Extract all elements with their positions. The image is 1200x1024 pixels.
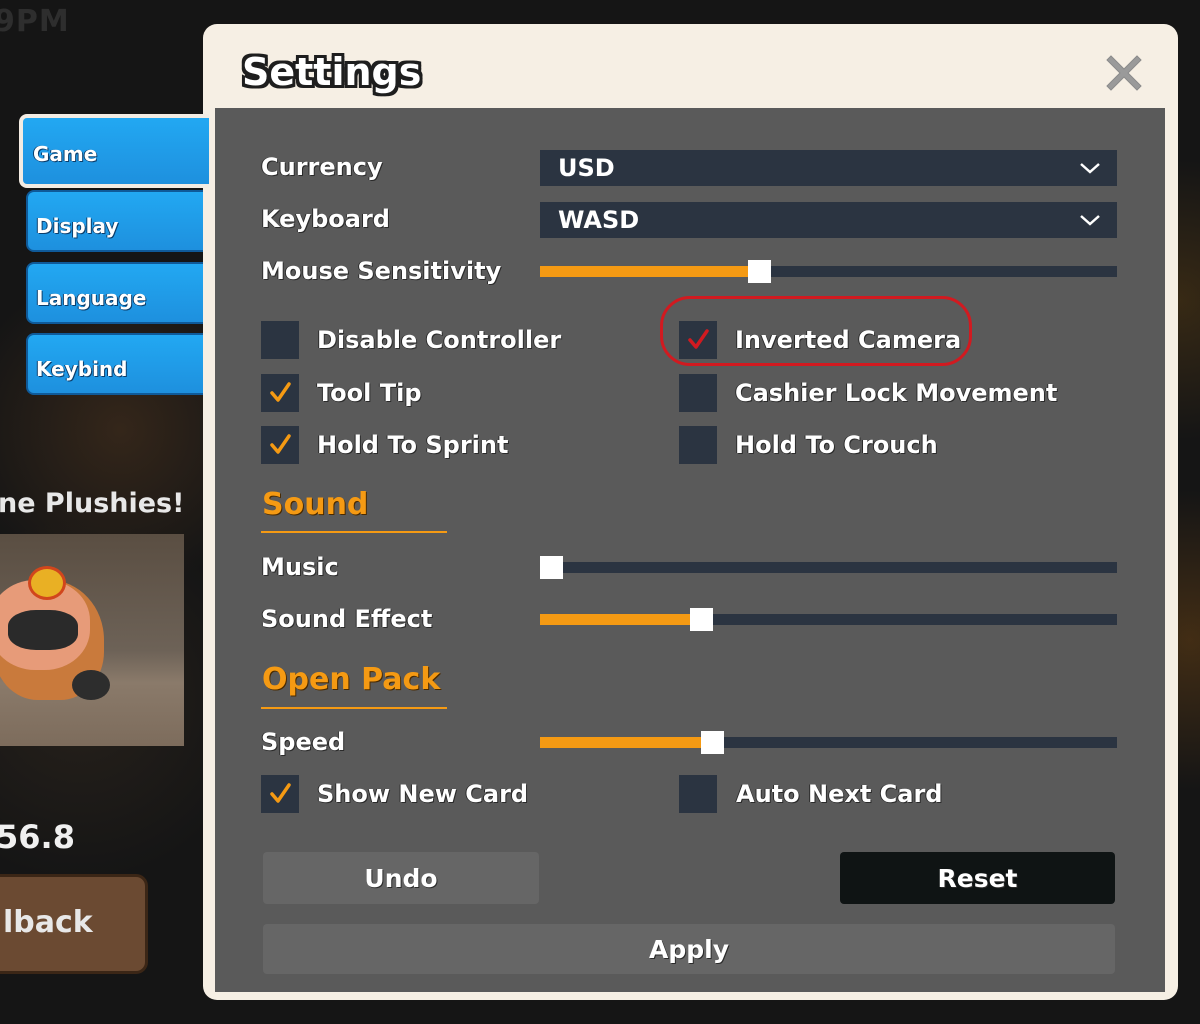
sound-effect-label: Sound Effect bbox=[261, 605, 433, 633]
music-slider[interactable] bbox=[540, 556, 1117, 579]
background-feedback-label: lback bbox=[3, 905, 93, 940]
plush-crest bbox=[28, 566, 66, 600]
open-pack-section-divider bbox=[261, 707, 447, 709]
disable-controller-label: Disable Controller bbox=[317, 326, 562, 354]
tool-tip-checkbox[interactable] bbox=[261, 374, 299, 412]
hold-to-crouch-label: Hold To Crouch bbox=[735, 431, 938, 459]
sound-section-divider bbox=[261, 531, 447, 533]
background-feedback-button: lback bbox=[0, 874, 148, 974]
tab-game[interactable]: Game bbox=[19, 114, 209, 188]
plush-mask bbox=[8, 610, 78, 650]
chevron-down-icon bbox=[1080, 163, 1100, 174]
show-new-card-label: Show New Card bbox=[317, 780, 529, 808]
sound-effect-handle[interactable] bbox=[689, 608, 713, 631]
undo-button[interactable]: Undo bbox=[263, 852, 539, 904]
tab-display-label: Display bbox=[36, 214, 119, 238]
keyboard-dropdown[interactable]: WASD bbox=[540, 202, 1117, 238]
reset-button[interactable]: Reset bbox=[840, 852, 1115, 904]
tab-keybind-label: Keybind bbox=[36, 357, 128, 381]
speed-label: Speed bbox=[261, 728, 346, 756]
chevron-down-icon bbox=[1080, 215, 1100, 226]
keyboard-value: WASD bbox=[558, 206, 640, 234]
plush-foot bbox=[72, 670, 110, 700]
hold-to-crouch-checkbox[interactable] bbox=[679, 426, 717, 464]
cashier-lock-movement-checkbox[interactable] bbox=[679, 374, 717, 412]
tab-keybind[interactable]: Keybind bbox=[26, 333, 216, 395]
currency-value: USD bbox=[558, 154, 615, 182]
tab-display[interactable]: Display bbox=[26, 190, 216, 252]
background-plushies-title: ne Plushies! bbox=[0, 488, 185, 519]
background-amount: 56.8 bbox=[0, 818, 75, 856]
checkmark-icon bbox=[270, 434, 291, 454]
speed-slider[interactable] bbox=[540, 731, 1117, 754]
currency-dropdown[interactable]: USD bbox=[540, 150, 1117, 186]
speed-handle[interactable] bbox=[700, 731, 724, 754]
tool-tip-label: Tool Tip bbox=[317, 379, 422, 407]
auto-next-card-label: Auto Next Card bbox=[736, 780, 943, 808]
cashier-lock-movement-label: Cashier Lock Movement bbox=[735, 379, 1058, 407]
sound-effect-slider[interactable] bbox=[540, 608, 1117, 631]
speed-fill bbox=[540, 737, 713, 748]
checkmark-icon bbox=[270, 783, 291, 803]
sound-effect-fill bbox=[540, 614, 702, 625]
close-icon[interactable] bbox=[1103, 52, 1145, 94]
mouse-sensitivity-label: Mouse Sensitivity bbox=[261, 257, 502, 285]
mouse-sensitivity-fill bbox=[540, 266, 760, 277]
keyboard-label: Keyboard bbox=[261, 205, 390, 233]
tab-language[interactable]: Language bbox=[26, 262, 216, 324]
tab-language-label: Language bbox=[36, 286, 147, 310]
open-pack-section-title: Open Pack bbox=[262, 662, 441, 697]
auto-next-card-checkbox[interactable] bbox=[679, 775, 717, 813]
disable-controller-checkbox[interactable] bbox=[261, 321, 299, 359]
music-label: Music bbox=[261, 553, 339, 581]
mouse-sensitivity-slider[interactable] bbox=[540, 260, 1117, 283]
sound-section-title: Sound bbox=[262, 487, 369, 522]
hold-to-sprint-label: Hold To Sprint bbox=[317, 431, 509, 459]
modal-title: Settings bbox=[242, 50, 422, 94]
currency-label: Currency bbox=[261, 153, 383, 181]
annotation-highlight bbox=[660, 296, 972, 366]
background-time: 9PM bbox=[0, 4, 70, 39]
music-handle[interactable] bbox=[540, 556, 563, 579]
apply-button[interactable]: Apply bbox=[263, 924, 1115, 974]
hold-to-sprint-checkbox[interactable] bbox=[261, 426, 299, 464]
show-new-card-checkbox[interactable] bbox=[261, 775, 299, 813]
mouse-sensitivity-handle[interactable] bbox=[747, 260, 771, 283]
checkmark-icon bbox=[270, 382, 291, 402]
tab-game-label: Game bbox=[33, 142, 98, 166]
